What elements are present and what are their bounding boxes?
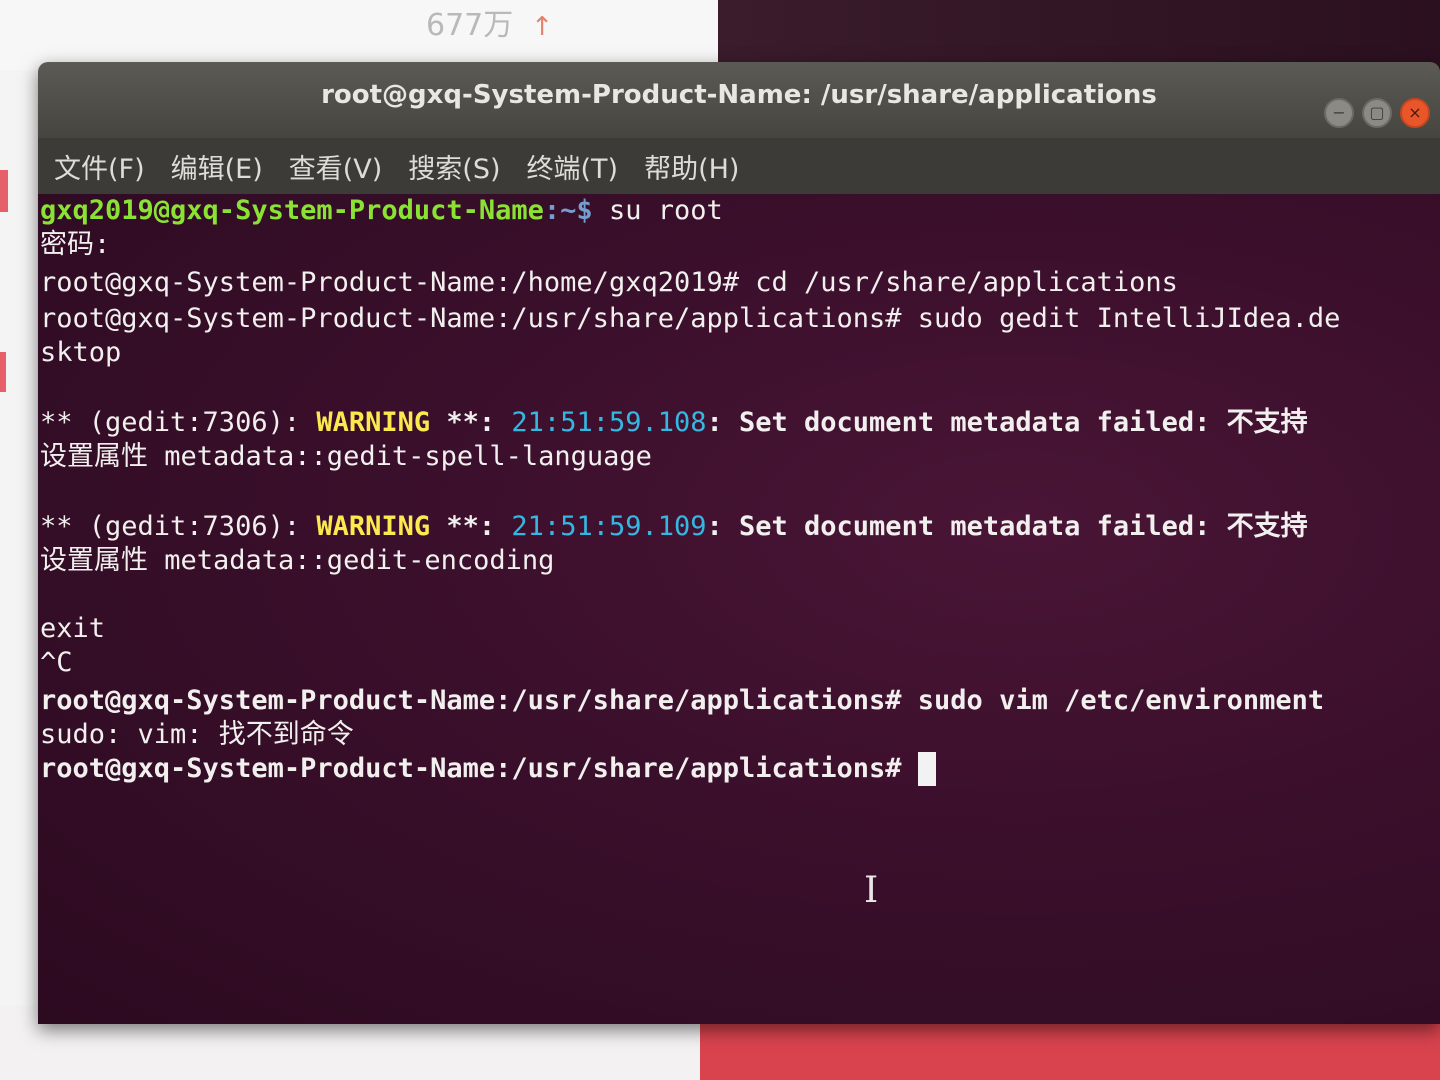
background-counter: 677万 ↑: [426, 0, 553, 44]
terminal-window: root@gxq-System-Product-Name: /usr/share…: [38, 62, 1440, 1024]
text-cursor: [917, 752, 936, 786]
warning-message: : Set document metadata failed: 不支持: [706, 511, 1308, 542]
warning-prefix: ** (gedit:7306):: [40, 407, 317, 438]
menu-help[interactable]: 帮助(H): [644, 147, 739, 186]
title-bar[interactable]: root@gxq-System-Product-Name: /usr/share…: [38, 62, 1440, 138]
terminal-line: gxq2019@gxq-System-Product-Name:~$ su ro…: [40, 194, 1440, 228]
terminal-line: root@gxq-System-Product-Name:/usr/share/…: [40, 685, 1325, 716]
warning-continuation: 设置属性 metadata::gedit-spell-language: [40, 441, 652, 472]
warning-line: ** (gedit:7306): WARNING **: 21:51:59.10…: [40, 406, 1440, 440]
maximize-button[interactable]: ▢: [1362, 98, 1392, 128]
terminal-output[interactable]: gxq2019@gxq-System-Product-Name:~$ su ro…: [38, 194, 1440, 1024]
warning-continuation: 设置属性 metadata::gedit-encoding: [40, 545, 555, 576]
warning-prefix: ** (gedit:7306):: [40, 511, 317, 542]
prompt-user-host: gxq2019@gxq-System-Product-Name: [40, 195, 544, 226]
warning-separator: **:: [430, 511, 512, 542]
warning-level: WARNING: [316, 407, 431, 438]
menu-view[interactable]: 查看(V): [289, 147, 383, 186]
terminal-line: 密码:: [40, 229, 111, 260]
window-controls: − ▢ ×: [1324, 98, 1430, 128]
warning-timestamp: 21:51:59.109: [511, 511, 707, 542]
terminal-line: root@gxq-System-Product-Name:/usr/share/…: [40, 303, 1341, 334]
background-accent-mark: [0, 170, 8, 212]
terminal-line: sktop: [40, 337, 122, 368]
window-title: root@gxq-System-Product-Name: /usr/share…: [321, 80, 1157, 110]
warning-line: ** (gedit:7306): WARNING **: 21:51:59.10…: [40, 510, 1440, 544]
terminal-line: root@gxq-System-Product-Name:/home/gxq20…: [40, 267, 1178, 298]
terminal-line: sudo: vim: 找不到命令: [40, 719, 354, 750]
minimize-button[interactable]: −: [1324, 98, 1354, 128]
menu-search[interactable]: 搜索(S): [408, 147, 500, 186]
current-prompt-line[interactable]: root@gxq-System-Product-Name:/usr/share/…: [40, 752, 1440, 786]
menu-file[interactable]: 文件(F): [54, 147, 145, 186]
ibeam-cursor-icon: I: [864, 870, 879, 911]
warning-timestamp: 21:51:59.108: [511, 407, 707, 438]
menu-edit[interactable]: 编辑(E): [171, 147, 263, 186]
current-prompt: root@gxq-System-Product-Name:/usr/share/…: [40, 753, 918, 784]
warning-message: : Set document metadata failed: 不支持: [706, 407, 1308, 438]
prompt-path: :~$: [543, 195, 593, 226]
background-page-top: [0, 0, 720, 70]
warning-separator: **:: [430, 407, 512, 438]
background-accent-mark: [0, 352, 6, 392]
terminal-line: ^C: [40, 647, 73, 678]
terminal-line: exit: [40, 613, 106, 644]
menu-terminal[interactable]: 终端(T): [527, 147, 619, 186]
command-text: su root: [592, 195, 723, 226]
counter-text: 677万: [426, 8, 514, 43]
warning-level: WARNING: [316, 511, 431, 542]
arrow-up-icon: ↑: [531, 12, 554, 42]
menu-bar: 文件(F) 编辑(E) 查看(V) 搜索(S) 终端(T) 帮助(H): [38, 138, 1440, 194]
close-button[interactable]: ×: [1400, 98, 1430, 128]
